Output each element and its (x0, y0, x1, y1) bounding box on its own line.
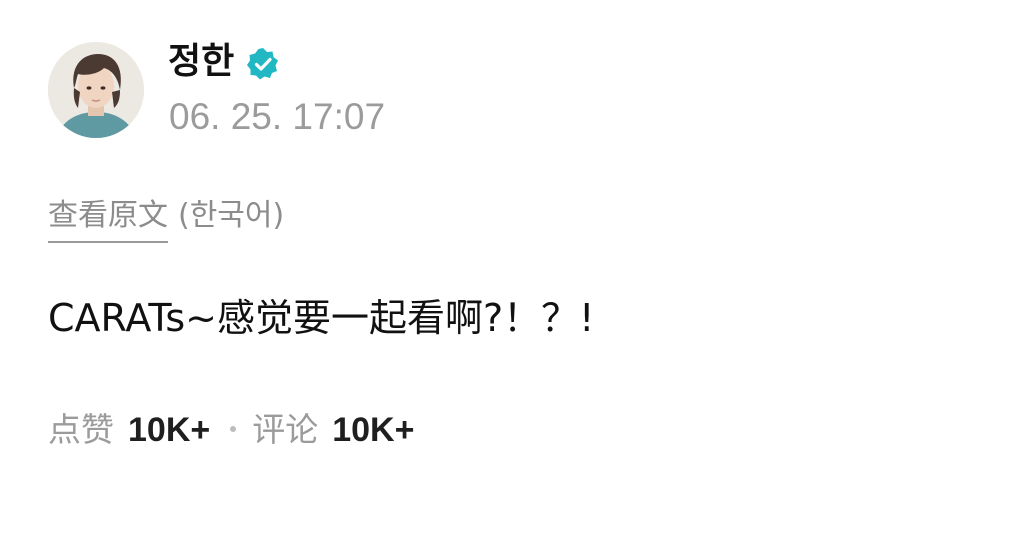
view-original-link[interactable]: 查看原文 (48, 194, 168, 243)
comments-label[interactable]: 评论 (252, 410, 318, 449)
likes-count[interactable]: 10K+ (128, 411, 210, 449)
comments-count[interactable]: 10K+ (332, 411, 414, 449)
original-language-label: (한국어) (178, 198, 285, 233)
translation-row: 查看原文 (한국어) (48, 194, 285, 243)
post-content: CARATs~感觉要一起看啊?！？! (48, 296, 595, 340)
verified-badge-icon (247, 48, 278, 80)
post-timestamp: 06. 25. 17:07 (169, 96, 386, 137)
avatar-photo (48, 42, 144, 138)
likes-label[interactable]: 点赞 (48, 410, 114, 449)
author-name[interactable]: 정한 (168, 40, 234, 84)
author-avatar[interactable] (48, 42, 144, 138)
stats-separator (230, 425, 237, 432)
post-stats: 点赞 10K+ 评论 10K+ (48, 404, 414, 456)
